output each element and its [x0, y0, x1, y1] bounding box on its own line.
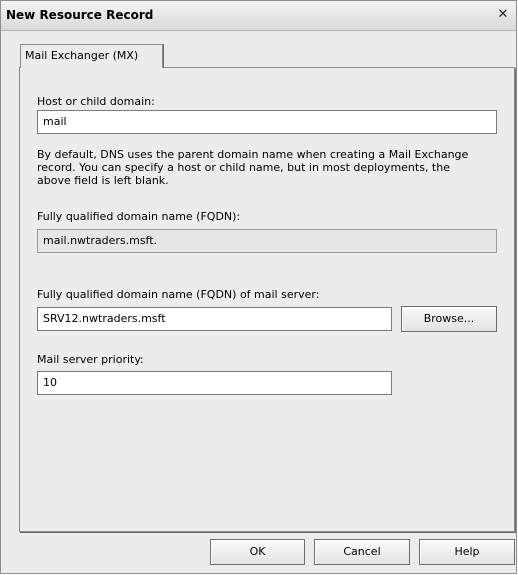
fqdn-label: Fully qualified domain name (FQDN): — [37, 210, 241, 223]
fqdn-field: mail.nwtraders.msft. — [37, 229, 497, 253]
window-title: New Resource Record — [6, 8, 154, 22]
priority-label: Mail server priority: — [37, 353, 144, 366]
browse-button[interactable]: Browse... — [401, 306, 497, 332]
priority-input[interactable]: 10 — [37, 371, 392, 395]
host-input[interactable]: mail — [37, 110, 497, 134]
description-text: By default, DNS uses the parent domain n… — [37, 148, 469, 187]
cancel-button[interactable]: Cancel — [314, 539, 410, 565]
new-resource-record-dialog: New Resource Record ✕ Mail Exchanger (MX… — [0, 0, 517, 574]
help-button[interactable]: Help — [419, 539, 515, 565]
ok-button[interactable]: OK — [210, 539, 305, 565]
mail-server-input[interactable]: SRV12.nwtraders.msft — [37, 307, 392, 331]
mail-server-label: Fully qualified domain name (FQDN) of ma… — [37, 288, 320, 301]
tab-mail-exchanger[interactable]: Mail Exchanger (MX) — [20, 44, 163, 68]
host-label: Host or child domain: — [37, 95, 155, 108]
close-icon[interactable]: ✕ — [496, 8, 510, 22]
title-bar[interactable]: New Resource Record ✕ — [1, 1, 516, 31]
